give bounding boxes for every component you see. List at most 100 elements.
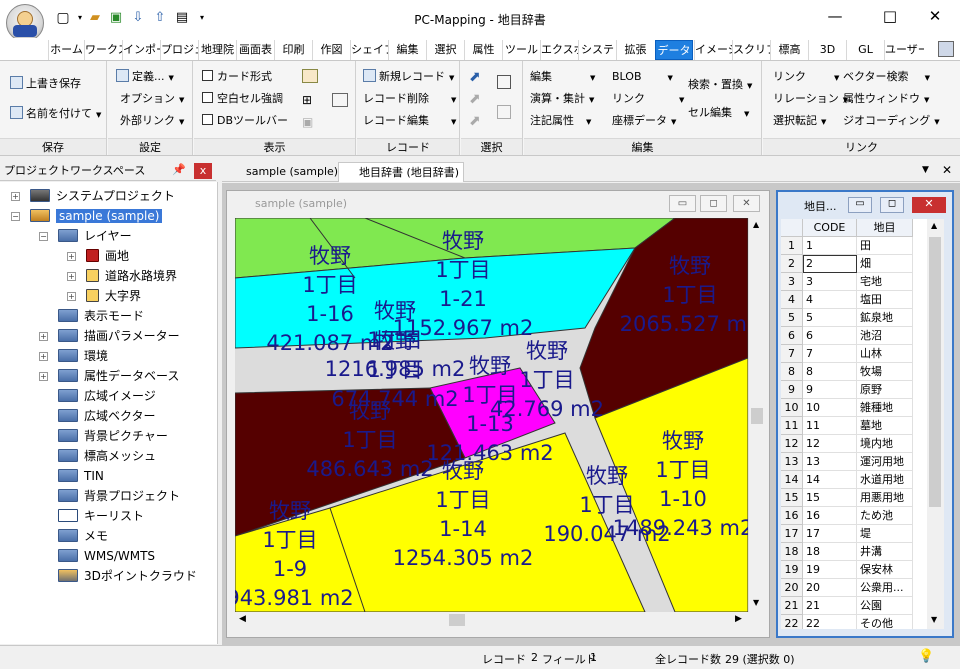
- edit-button[interactable]: 編集 ▼: [530, 67, 595, 87]
- tab-print[interactable]: 印刷: [274, 40, 312, 60]
- doc-tab-sample[interactable]: sample (sample): [226, 162, 342, 182]
- cell-chimoku[interactable]: 池沼: [857, 327, 913, 345]
- row-header[interactable]: 10: [781, 399, 803, 417]
- cell-code[interactable]: 7: [803, 345, 857, 363]
- cell-code[interactable]: 8: [803, 363, 857, 381]
- tab-elevation[interactable]: 標高: [770, 40, 808, 60]
- row-header[interactable]: 17: [781, 525, 803, 543]
- tab-user[interactable]: ユーザー: [884, 40, 924, 60]
- tree-layer-parcel[interactable]: 画地: [86, 246, 129, 266]
- relation-button[interactable]: リレーション ▼: [773, 89, 848, 109]
- select-remove-icon[interactable]: ⬈: [469, 113, 481, 129]
- row-header[interactable]: 2: [781, 255, 803, 273]
- collapse-icon[interactable]: −: [39, 232, 48, 241]
- column-icon[interactable]: [302, 69, 318, 83]
- expand-icon[interactable]: +: [67, 272, 76, 281]
- cell-code[interactable]: 14: [803, 471, 857, 489]
- expand-icon[interactable]: +: [39, 332, 48, 341]
- cell-code[interactable]: 18: [803, 543, 857, 561]
- tree-item[interactable]: 背景プロジェクト: [58, 486, 180, 506]
- tab-gl[interactable]: GL: [846, 40, 884, 60]
- tab-attribute[interactable]: 属性: [464, 40, 502, 60]
- cell-code[interactable]: 12: [803, 435, 857, 453]
- cell-chimoku[interactable]: 宅地: [857, 273, 913, 291]
- blob-button[interactable]: BLOB ▼: [612, 67, 673, 87]
- new-record-button[interactable]: 新規レコード ▼: [363, 67, 454, 87]
- cell-chimoku[interactable]: 原野: [857, 381, 913, 399]
- tree-item[interactable]: 描画パラメーター: [58, 326, 180, 346]
- scroll-right-icon[interactable]: ▶: [735, 614, 742, 624]
- row-header[interactable]: 15: [781, 489, 803, 507]
- cell-chimoku[interactable]: 運河用地: [857, 453, 913, 471]
- tab-screen[interactable]: 画面表: [236, 40, 274, 60]
- pane-close-button[interactable]: x: [194, 163, 212, 179]
- tree-item[interactable]: TIN: [58, 466, 104, 486]
- cell-code[interactable]: 4: [803, 291, 857, 309]
- tab-import[interactable]: インポー: [122, 40, 160, 60]
- tab-select[interactable]: 選択: [426, 40, 464, 60]
- tab-shape[interactable]: シェイプ: [350, 40, 388, 60]
- tree-layer-road[interactable]: 道路水路境界: [86, 266, 177, 286]
- map-minimize-button[interactable]: ▭: [669, 195, 696, 212]
- row-header[interactable]: 12: [781, 435, 803, 453]
- option-button[interactable]: オプション ▼: [120, 89, 184, 109]
- row-header[interactable]: 22: [781, 615, 803, 629]
- geocoding-button[interactable]: ジオコーディング ▼: [843, 111, 940, 131]
- row-header[interactable]: 18: [781, 543, 803, 561]
- tab-project[interactable]: プロジェ: [160, 40, 198, 60]
- table-grid[interactable]: CODE 地目 1 1 田 2 2 畑 3 3 宅地 4 4 塩田 5 5 鉱泉地 6 6 池沼 7 7 山林 8 8 牧場 9 9 原…: [781, 219, 927, 629]
- doc-close-icon[interactable]: ✕: [942, 163, 952, 177]
- tab-drawing[interactable]: 作図: [312, 40, 350, 60]
- cell-chimoku[interactable]: その他: [857, 615, 913, 629]
- filter-icon[interactable]: ▣: [302, 115, 318, 129]
- collapse-icon[interactable]: −: [11, 212, 20, 221]
- cell-code[interactable]: 5: [803, 309, 857, 327]
- cell-code[interactable]: 21: [803, 597, 857, 615]
- maximize-button[interactable]: □: [875, 6, 905, 26]
- cell-chimoku[interactable]: 水道用地: [857, 471, 913, 489]
- tab-data[interactable]: データ: [655, 40, 693, 60]
- scroll-left-icon[interactable]: ◀: [239, 614, 246, 624]
- cell-code[interactable]: 10: [803, 399, 857, 417]
- vector-search-button[interactable]: ベクター検索 ▼: [843, 67, 930, 87]
- tab-image[interactable]: イメージ: [694, 40, 732, 60]
- tree-layer[interactable]: レイヤー: [58, 226, 132, 246]
- scroll-thumb[interactable]: [929, 237, 941, 507]
- tab-home[interactable]: ホーム: [48, 40, 84, 60]
- row-header[interactable]: 20: [781, 579, 803, 597]
- row-header[interactable]: 6: [781, 327, 803, 345]
- map-vertical-scrollbar[interactable]: ▲ ▼: [748, 218, 765, 612]
- scroll-thumb[interactable]: [449, 614, 465, 626]
- tab-system[interactable]: システ: [578, 40, 616, 60]
- cell-chimoku[interactable]: ため池: [857, 507, 913, 525]
- cell-code[interactable]: 9: [803, 381, 857, 399]
- cell-chimoku[interactable]: 堤: [857, 525, 913, 543]
- cell-code[interactable]: 1: [803, 237, 857, 255]
- row-header[interactable]: 13: [781, 453, 803, 471]
- cell-chimoku[interactable]: 公園: [857, 597, 913, 615]
- scroll-down-icon[interactable]: ▼: [753, 598, 759, 607]
- tree-item[interactable]: メモ: [58, 526, 108, 546]
- table-restore-button[interactable]: ◻: [880, 197, 904, 213]
- tree-system-project[interactable]: システムプロジェクト: [30, 186, 175, 206]
- delete-record-button[interactable]: レコード削除 ▼: [363, 89, 456, 109]
- row-header[interactable]: 11: [781, 417, 803, 435]
- table-close-button[interactable]: ✕: [912, 197, 946, 213]
- tree-item[interactable]: 広域ベクター: [58, 406, 156, 426]
- lock-icon[interactable]: [497, 75, 511, 89]
- tab-extension[interactable]: 拡張: [616, 40, 654, 60]
- help-icon[interactable]: [938, 41, 954, 57]
- blank-emphasis-checkbox[interactable]: 空白セル強調: [202, 89, 283, 109]
- tree-item[interactable]: 広域イメージ: [58, 386, 156, 406]
- scroll-up-icon[interactable]: ▲: [931, 221, 937, 230]
- binocular-icon[interactable]: ⊞: [302, 93, 318, 107]
- map-canvas[interactable]: 牧野 1丁目 1-16 421.087 m2 牧野 1丁目 1-21 1152.967 m2 牧…: [235, 218, 748, 612]
- row-header[interactable]: 4: [781, 291, 803, 309]
- db-toolbar-checkbox[interactable]: DBツールバー: [202, 111, 288, 131]
- map-horizontal-scrollbar[interactable]: ◀ ▶: [235, 612, 748, 629]
- tab-tools[interactable]: ツール: [502, 40, 540, 60]
- cell-chimoku[interactable]: 山林: [857, 345, 913, 363]
- expand-icon[interactable]: +: [11, 192, 20, 201]
- scroll-down-icon[interactable]: ▼: [931, 615, 937, 624]
- tab-3d[interactable]: 3D: [808, 40, 846, 60]
